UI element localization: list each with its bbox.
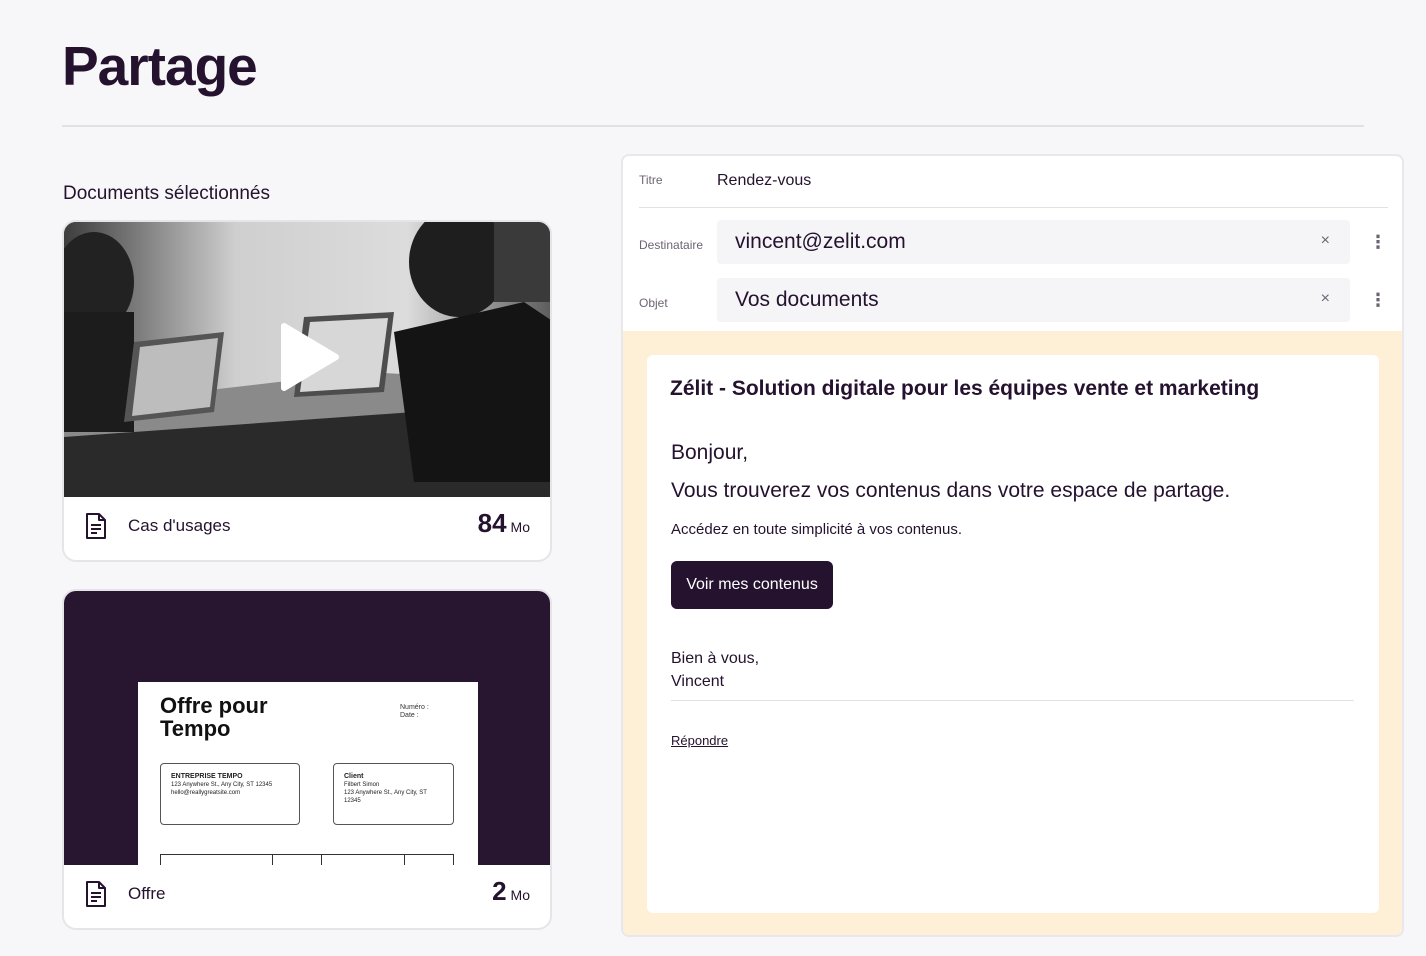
page-title: Partage	[62, 35, 258, 97]
email-compose-panel: Titre Rendez-vous Destinataire vincent@z…	[621, 154, 1404, 937]
recipient-value: vincent@zelit.com	[735, 230, 906, 253]
offer-client-name: Filbert Simon	[344, 782, 380, 788]
email-preview-card: Zélit - Solution digitale pour les équip…	[647, 355, 1379, 913]
play-icon[interactable]	[276, 322, 340, 392]
document-size-unit: Mo	[510, 519, 530, 535]
title-divider	[62, 125, 1364, 127]
offer-company-address: 123 Anywhere St., Any City, ST 12345	[171, 782, 273, 788]
document-card-offer[interactable]: Offre pour Tempo Numéro : Date : ENTREPR…	[62, 589, 552, 930]
email-preview-area: Zélit - Solution digitale pour les équip…	[623, 331, 1402, 935]
reply-link[interactable]: Répondre	[671, 733, 728, 748]
document-card-footer: Cas d'usages 84 Mo	[64, 494, 550, 560]
offer-preview-title: Offre pour Tempo	[160, 693, 268, 741]
offer-date-label: Date :	[400, 712, 419, 719]
email-signoff-line: Bien à vous,	[671, 650, 760, 667]
subject-input[interactable]: Vos documents ×	[717, 278, 1350, 322]
offer-client-label: Client	[344, 773, 364, 780]
offer-company-name: ENTREPRISE TEMPO	[171, 773, 243, 780]
subject-value: Vos documents	[735, 288, 879, 311]
recipient-more-icon[interactable]: ⋮	[1369, 232, 1387, 252]
offer-document-preview: Offre pour Tempo Numéro : Date : ENTREPR…	[138, 682, 478, 865]
recipient-field-label: Destinataire	[639, 238, 704, 252]
clear-recipient-icon[interactable]: ×	[1321, 232, 1330, 250]
recipient-input[interactable]: vincent@zelit.com ×	[717, 220, 1350, 264]
document-card-video[interactable]: Cas d'usages 84 Mo	[62, 220, 552, 562]
email-divider	[671, 700, 1354, 701]
offer-company-email: hello@reallygreatsite.com	[171, 790, 241, 796]
email-lead-text: Vous trouverez vos contenus dans votre e…	[671, 479, 1231, 502]
title-field-label: Titre	[639, 173, 663, 187]
document-size: 2 Mo	[492, 876, 530, 907]
video-thumbnail[interactable]	[64, 222, 550, 497]
email-subtext: Accédez en toute simplicité à vos conten…	[671, 521, 962, 538]
document-name: Offre	[128, 884, 166, 903]
subject-more-icon[interactable]: ⋮	[1369, 290, 1387, 310]
offer-thumbnail[interactable]: Offre pour Tempo Numéro : Date : ENTREPR…	[64, 591, 550, 865]
sharing-page: Partage Documents sélectionnés Cas d'usa…	[0, 0, 1426, 956]
document-name: Cas d'usages	[128, 516, 231, 535]
email-signoff: Bien à vous, Vincent	[671, 647, 759, 693]
offer-company-box: ENTREPRISE TEMPO 123 Anywhere St., Any C…	[160, 763, 300, 825]
document-icon	[86, 513, 106, 539]
field-divider	[639, 207, 1388, 208]
offer-client-address: 123 Anywhere St., Any City, ST 12345	[344, 790, 427, 804]
view-contents-button[interactable]: Voir mes contenus	[671, 561, 833, 609]
document-size: 84 Mo	[478, 508, 530, 539]
subject-field-label: Objet	[639, 296, 668, 310]
title-field-value[interactable]: Rendez-vous	[717, 172, 811, 190]
offer-preview-meta: Numéro : Date :	[400, 704, 429, 720]
email-greeting: Bonjour,	[671, 441, 749, 464]
email-heading: Zélit - Solution digitale pour les équip…	[670, 377, 1260, 400]
clear-subject-icon[interactable]: ×	[1321, 290, 1330, 308]
email-signature-name: Vincent	[671, 673, 725, 690]
offer-client-box: Client Filbert Simon 123 Anywhere St., A…	[333, 763, 454, 825]
offer-numero-label: Numéro :	[400, 704, 429, 711]
document-size-value: 84	[477, 508, 507, 538]
document-card-footer: Offre 2 Mo	[64, 862, 550, 928]
document-size-value: 2	[492, 876, 507, 906]
document-size-unit: Mo	[510, 887, 530, 903]
document-icon	[86, 881, 106, 907]
selected-documents-label: Documents sélectionnés	[63, 183, 270, 204]
